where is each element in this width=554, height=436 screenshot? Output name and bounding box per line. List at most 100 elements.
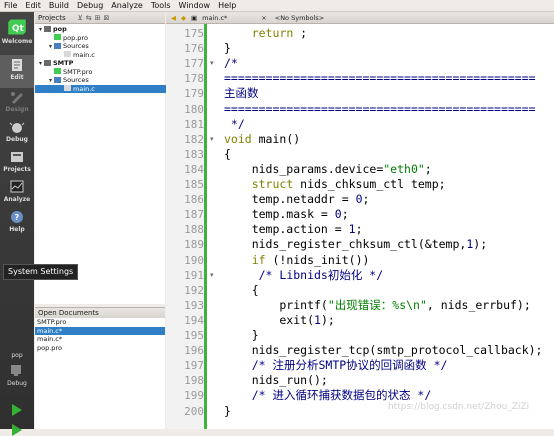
code-line[interactable]: temp.mask = 0;: [224, 207, 349, 222]
code-token: 0: [334, 207, 342, 222]
editor-toolbar: ◀ ◆ ▣ main.c* × <No Symbols>: [166, 12, 554, 24]
fold-marker-icon[interactable]: ▾: [210, 268, 214, 283]
menu-build[interactable]: Build: [45, 0, 73, 11]
split-icon[interactable]: ⊞: [95, 14, 101, 22]
project-icon: [44, 59, 51, 66]
run-button[interactable]: [0, 404, 34, 416]
fold-marker-icon[interactable]: ▾: [210, 56, 214, 71]
mode-welcome[interactable]: Qt Welcome: [0, 14, 34, 54]
menu-debug[interactable]: Debug: [73, 0, 107, 11]
code-token: }: [224, 328, 259, 342]
menu-tools[interactable]: Tools: [147, 0, 175, 11]
menu-file[interactable]: File: [0, 0, 21, 11]
mode-help[interactable]: ? Help: [0, 210, 34, 238]
code-line[interactable]: nids_params.device="eth0";: [224, 162, 432, 177]
code-line[interactable]: if (!nids_init()): [224, 253, 370, 268]
code-line[interactable]: /* 注册分析SMTP协议的回调函数 */: [224, 358, 448, 373]
code-line[interactable]: }: [224, 41, 231, 56]
menu-analyze[interactable]: Analyze: [107, 0, 147, 11]
code-line[interactable]: /*: [224, 56, 238, 71]
tree-item[interactable]: ▾ pop: [35, 25, 167, 34]
tree-item[interactable]: ▾ SMTP: [35, 59, 167, 68]
svg-text:Qt: Qt: [12, 24, 24, 34]
code-line[interactable]: temp.netaddr = 0;: [224, 192, 370, 207]
tree-item[interactable]: pop.pro: [35, 34, 177, 43]
pro-file-icon: [54, 34, 61, 40]
code-line[interactable]: /* Libnids初始化 */: [224, 268, 384, 283]
open-document-item[interactable]: main.c*: [35, 326, 165, 335]
code-token: }: [224, 403, 231, 418]
projects-panel-header: Projects ⊻ ⇆ ⊞ ⊠: [35, 12, 165, 24]
menu-window[interactable]: Window: [175, 0, 215, 11]
mode-design[interactable]: Design: [0, 90, 34, 118]
code-token: /* 注册分析SMTP协议的回调函数 */: [251, 358, 448, 373]
kit-selector[interactable]: Debug: [0, 364, 34, 387]
mode-analyze[interactable]: Analyze: [0, 180, 34, 208]
code-line[interactable]: }: [224, 404, 231, 419]
kit-project[interactable]: pop: [0, 352, 34, 359]
open-document-item[interactable]: SMTP.pro: [35, 318, 165, 327]
projects-panel-title[interactable]: Projects: [35, 14, 66, 22]
project-tree: ▾ pop pop.pro ▾ Sources main.c ▾ SMTP SMTP.pro ▾ S…: [35, 24, 187, 304]
file-type-icon: ▣: [191, 13, 198, 22]
line-number: 194: [184, 313, 204, 327]
filter-icon[interactable]: ⊻: [78, 14, 83, 22]
code-line[interactable]: {: [224, 147, 231, 162]
code-line[interactable]: ========================================…: [224, 71, 536, 86]
fold-column: [207, 24, 219, 429]
close-icon[interactable]: ⊠: [103, 14, 109, 22]
symbols-dropdown[interactable]: <No Symbols>: [275, 14, 324, 22]
menu-edit[interactable]: Edit: [21, 0, 45, 11]
mode-debug[interactable]: Debug: [0, 120, 34, 148]
mode-label: Edit: [10, 74, 24, 81]
line-number: 186: [184, 193, 204, 207]
code-line[interactable]: nids_run();: [224, 373, 328, 388]
code-line[interactable]: temp.action = 1;: [224, 222, 363, 237]
code-line[interactable]: struct nids_chksum_ctl temp;: [224, 177, 446, 192]
line-number: 200: [184, 404, 204, 418]
open-document-item[interactable]: pop.pro: [35, 344, 165, 353]
tree-item-label: SMTP.pro: [63, 67, 93, 76]
tree-item[interactable]: main.c: [35, 51, 187, 60]
open-document-item[interactable]: main.c*: [35, 335, 165, 344]
code-token: struct: [251, 177, 294, 191]
code-line[interactable]: return ;: [224, 26, 307, 41]
code-line[interactable]: */: [224, 117, 245, 132]
code-line[interactable]: nids_register_tcp(smtp_protocol_callback…: [224, 343, 543, 358]
mode-label: Welcome: [1, 38, 33, 45]
folder-icon: [54, 42, 61, 49]
menu-help[interactable]: Help: [214, 0, 240, 11]
code-token: exit(: [224, 312, 315, 327]
fold-marker-icon[interactable]: ▾: [210, 132, 214, 147]
nav-back-icon[interactable]: ◀: [171, 14, 176, 22]
code-token: "eth0": [383, 161, 425, 176]
tree-item[interactable]: ▾ Sources: [35, 76, 177, 85]
debug-run-button[interactable]: [0, 424, 34, 436]
nav-forward-icon[interactable]: ◆: [181, 14, 186, 22]
current-file-dropdown[interactable]: main.c*: [202, 14, 227, 22]
code-line[interactable]: void main(): [224, 132, 300, 147]
line-number: 179: [184, 87, 204, 101]
code-line[interactable]: }: [224, 328, 259, 343]
code-token: void: [224, 131, 252, 146]
code-line[interactable]: printf("出现错误：%s\n", nids_errbuf);: [224, 298, 530, 313]
tree-item[interactable]: ▾ Sources: [35, 42, 177, 51]
tree-item[interactable]: SMTP.pro: [35, 68, 177, 77]
mode-projects[interactable]: Projects: [0, 150, 34, 178]
mode-edit[interactable]: Edit: [0, 55, 34, 88]
code-line[interactable]: 主函数: [224, 86, 259, 101]
code-line[interactable]: exit(1);: [224, 312, 335, 328]
code-token: );: [320, 312, 335, 327]
tree-item[interactable]: main.c: [35, 84, 187, 93]
close-file-icon[interactable]: ×: [261, 14, 266, 22]
line-number: 193: [184, 298, 204, 312]
code-line[interactable]: ========================================…: [224, 102, 536, 117]
code-token: ;: [424, 161, 432, 176]
open-documents-title[interactable]: Open Documents: [35, 309, 99, 317]
code-line[interactable]: nids_register_chksum_ctl(&temp,1);: [224, 237, 487, 252]
link-icon[interactable]: ⇆: [86, 14, 92, 22]
code-line[interactable]: {: [224, 283, 259, 298]
